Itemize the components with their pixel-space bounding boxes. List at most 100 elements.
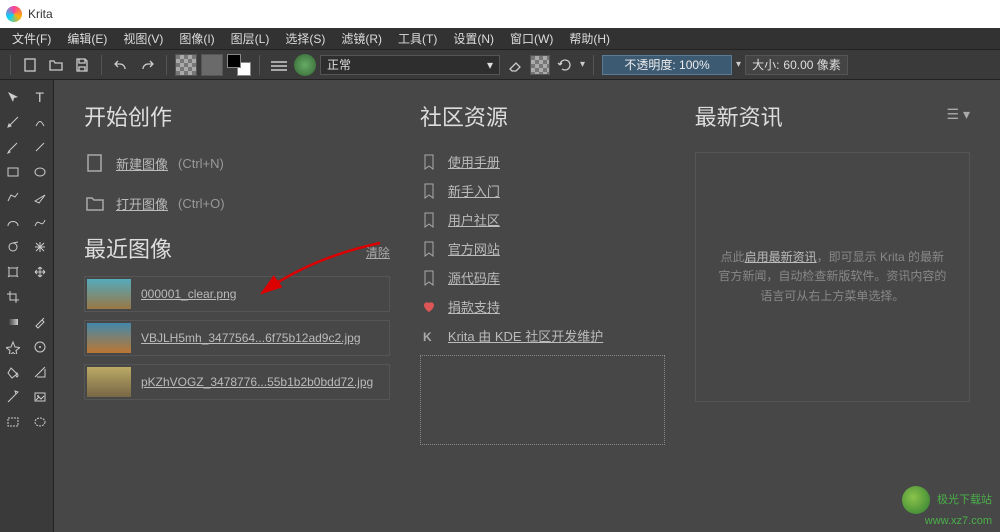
open-image-shortcut: (Ctrl+O) — [178, 196, 225, 211]
open-file-icon[interactable] — [45, 54, 67, 76]
opacity-value: 100% — [679, 58, 710, 72]
polyline-tool[interactable] — [27, 184, 54, 209]
size-label: 大小: — [752, 56, 779, 73]
colorize-tool[interactable] — [0, 334, 27, 359]
start-title: 开始创作 — [84, 100, 390, 132]
rect-tool[interactable] — [0, 159, 27, 184]
recent-item[interactable]: 000001_clear.png — [84, 276, 390, 312]
link-source[interactable]: 源代码库 — [420, 268, 665, 287]
news-menu-icon[interactable]: ☰ ▾ — [947, 106, 970, 123]
transform-tool[interactable] — [0, 259, 27, 284]
edit-shape-tool[interactable] — [0, 109, 27, 134]
redo-icon[interactable] — [136, 54, 158, 76]
open-image-action[interactable]: 打开图像 (Ctrl+O) — [84, 192, 390, 214]
new-image-icon — [84, 152, 106, 174]
menu-window[interactable]: 窗口(W) — [502, 30, 561, 47]
new-image-action[interactable]: 新建图像 (Ctrl+N) — [84, 152, 390, 174]
dynamic-brush-tool[interactable] — [0, 234, 27, 259]
ellipse-select-tool[interactable] — [27, 409, 54, 434]
assistant-tool[interactable] — [27, 359, 54, 384]
calligraphy-tool[interactable] — [27, 109, 54, 134]
link-community[interactable]: 用户社区 — [420, 210, 665, 229]
pattern-swatch-2[interactable] — [201, 54, 223, 76]
new-image-shortcut: (Ctrl+N) — [178, 156, 224, 171]
link-website[interactable]: 官方网站 — [420, 239, 665, 258]
color-picker-tool[interactable] — [27, 309, 54, 334]
measure-tool[interactable] — [0, 384, 27, 409]
news-text-before: 点此 — [721, 250, 745, 264]
link-manual[interactable]: 使用手册 — [420, 152, 665, 171]
separator — [259, 55, 260, 75]
bookmark-icon — [420, 211, 438, 229]
drop-zone[interactable] — [420, 355, 665, 445]
new-file-icon[interactable] — [19, 54, 41, 76]
menu-settings[interactable]: 设置(N) — [445, 30, 502, 47]
blend-mode-label: 正常 — [327, 56, 351, 73]
watermark: 极光下载站 www.xz7.com — [902, 486, 992, 528]
recent-title: 最近图像 — [84, 232, 172, 264]
menu-select[interactable]: 选择(S) — [277, 30, 333, 47]
separator — [166, 55, 167, 75]
opacity-label: 不透明度: — [624, 56, 675, 73]
move-tool[interactable] — [0, 84, 27, 109]
menu-file[interactable]: 文件(F) — [4, 30, 59, 47]
menu-layer[interactable]: 图层(L) — [223, 30, 278, 47]
recent-filename: VBJLH5mh_3477564...6f75b12ad9c2.jpg — [141, 331, 361, 345]
freehand-path-tool[interactable] — [27, 209, 54, 234]
recent-item[interactable]: VBJLH5mh_3477564...6f75b12ad9c2.jpg — [84, 320, 390, 356]
chevron-down-icon[interactable]: ▾ — [736, 59, 741, 70]
heart-icon — [420, 298, 438, 316]
recent-clear-link[interactable]: 清除 — [366, 244, 390, 261]
link-getting-started[interactable]: 新手入门 — [420, 181, 665, 200]
main-toolbar: 正常 ▾ ▾ 不透明度: 100% ▾ 大小: 60.00 像素 — [0, 50, 1000, 80]
line-tool[interactable] — [27, 134, 54, 159]
link-kde[interactable]: KKrita 由 KDE 社区开发维护 — [420, 326, 665, 345]
save-file-icon[interactable] — [71, 54, 93, 76]
recent-item[interactable]: pKZhVOGZ_3478776...55b1b2b0bdd72.jpg — [84, 364, 390, 400]
toolbox: T — [0, 80, 54, 532]
blank-tool-1 — [27, 284, 54, 309]
reload-icon[interactable] — [554, 54, 576, 76]
brush-size-input[interactable]: 大小: 60.00 像素 — [745, 55, 848, 75]
polygon-tool[interactable] — [0, 184, 27, 209]
brush-tool[interactable] — [0, 134, 27, 159]
recent-filename: pKZhVOGZ_3478776...55b1b2b0bdd72.jpg — [141, 375, 373, 389]
text-tool[interactable]: T — [27, 84, 54, 109]
chevron-down-icon[interactable]: ▾ — [580, 59, 585, 70]
welcome-screen: 开始创作 新建图像 (Ctrl+N) 打开图像 (Ctrl+O) 最近图像 清除… — [54, 80, 1000, 532]
thumbnail-icon — [87, 279, 131, 309]
color-swatch[interactable] — [227, 54, 251, 76]
menu-tools[interactable]: 工具(T) — [390, 30, 445, 47]
brushes-icon[interactable] — [268, 54, 290, 76]
bookmark-icon — [420, 182, 438, 200]
crop-tool[interactable] — [0, 284, 27, 309]
move-layer-tool[interactable] — [27, 259, 54, 284]
ellipse-tool[interactable] — [27, 159, 54, 184]
menu-view[interactable]: 视图(V) — [115, 30, 171, 47]
bezier-tool[interactable] — [0, 209, 27, 234]
menu-help[interactable]: 帮助(H) — [561, 30, 618, 47]
smart-patch-tool[interactable] — [27, 334, 54, 359]
separator — [593, 55, 594, 75]
blend-mode-select[interactable]: 正常 ▾ — [320, 55, 500, 75]
link-donate[interactable]: 捐款支持 — [420, 297, 665, 316]
gradient-tool[interactable] — [0, 309, 27, 334]
reference-tool[interactable] — [27, 384, 54, 409]
menu-edit[interactable]: 编辑(E) — [59, 30, 115, 47]
alpha-swatch[interactable] — [530, 55, 550, 75]
opacity-slider[interactable]: 不透明度: 100% — [602, 55, 732, 75]
brush-preset-icon[interactable] — [294, 54, 316, 76]
menu-filter[interactable]: 滤镜(R) — [333, 30, 390, 47]
watermark-logo-icon — [902, 486, 930, 514]
separator — [10, 55, 11, 75]
multibrush-tool[interactable] — [27, 234, 54, 259]
undo-icon[interactable] — [110, 54, 132, 76]
fill-tool[interactable] — [0, 359, 27, 384]
enable-news-link[interactable]: 启用最新资讯 — [745, 250, 817, 264]
menu-image[interactable]: 图像(I) — [171, 30, 222, 47]
separator — [101, 55, 102, 75]
bookmark-icon — [420, 269, 438, 287]
rect-select-tool[interactable] — [0, 409, 27, 434]
pattern-swatch-1[interactable] — [175, 54, 197, 76]
eraser-icon[interactable] — [504, 54, 526, 76]
